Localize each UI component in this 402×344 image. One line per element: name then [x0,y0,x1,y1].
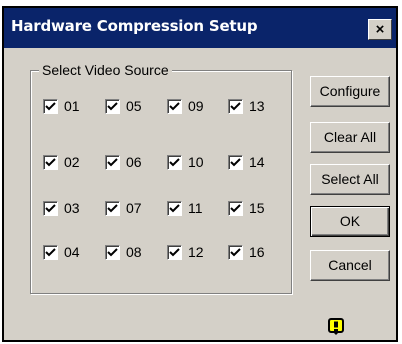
channel-label: 02 [64,154,80,170]
channel-checkbox[interactable]: 09 [167,97,204,115]
channel-label: 10 [188,154,204,170]
clear-all-button[interactable]: Clear All [310,122,390,153]
checkbox-box[interactable] [228,200,243,216]
channel-label: 07 [126,200,142,216]
checkbox-box[interactable] [105,244,120,260]
checkbox-box[interactable] [167,154,182,170]
channel-checkbox[interactable]: 14 [228,153,265,171]
channel-checkbox[interactable]: 16 [228,243,265,261]
channel-label: 03 [64,200,80,216]
channel-label: 12 [188,244,204,260]
channel-label: 06 [126,154,142,170]
channel-checkbox[interactable]: 11 [167,199,203,217]
channel-label: 05 [126,98,142,114]
checkbox-box[interactable] [43,200,58,216]
channel-checkbox[interactable]: 15 [228,199,265,217]
channel-label: 16 [249,244,265,260]
channel-checkbox[interactable]: 10 [167,153,204,171]
checkbox-box[interactable] [43,98,58,114]
channel-checkbox[interactable]: 02 [43,153,80,171]
cancel-button[interactable]: Cancel [310,250,390,281]
channel-checkbox[interactable]: 03 [43,199,80,217]
close-button[interactable]: × [368,19,392,40]
channel-label: 01 [64,98,80,114]
channel-label: 15 [249,200,265,216]
group-legend: Select Video Source [39,62,172,78]
channel-checkbox[interactable]: 06 [105,153,142,171]
channel-checkbox[interactable]: 01 [43,97,80,115]
checkbox-box[interactable] [228,98,243,114]
channel-checkbox[interactable]: 08 [105,243,142,261]
select-all-button[interactable]: Select All [310,164,390,195]
checkbox-box[interactable] [167,244,182,260]
channel-checkbox[interactable]: 04 [43,243,80,261]
channel-label: 09 [188,98,204,114]
window-title: Hardware Compression Setup [11,17,258,35]
channel-label: 11 [188,200,203,216]
channel-checkbox[interactable]: 12 [167,243,204,261]
channel-label: 13 [249,98,265,114]
title-bar[interactable]: Hardware Compression Setup × [4,8,396,48]
checkbox-box[interactable] [43,154,58,170]
checkbox-box[interactable] [228,154,243,170]
dialog-window: Hardware Compression Setup × Select Vide… [2,6,398,342]
checkbox-box[interactable] [105,154,120,170]
channel-checkbox[interactable]: 13 [228,97,265,115]
configure-button[interactable]: Configure [310,76,390,107]
channel-checkbox[interactable]: 07 [105,199,142,217]
checkbox-box[interactable] [105,98,120,114]
channel-label: 14 [249,154,265,170]
checkbox-box[interactable] [167,98,182,114]
warning-icon [328,318,344,335]
checkbox-box[interactable] [167,200,182,216]
channel-checkbox[interactable]: 05 [105,97,142,115]
channel-label: 04 [64,244,80,260]
ok-button[interactable]: OK [310,206,390,237]
close-icon: × [375,21,385,38]
channel-label: 08 [126,244,142,260]
video-source-group: Select Video Source 01 05 09 13 02 06 10… [30,62,292,294]
checkbox-box[interactable] [105,200,120,216]
checkbox-box[interactable] [228,244,243,260]
checkbox-box[interactable] [43,244,58,260]
